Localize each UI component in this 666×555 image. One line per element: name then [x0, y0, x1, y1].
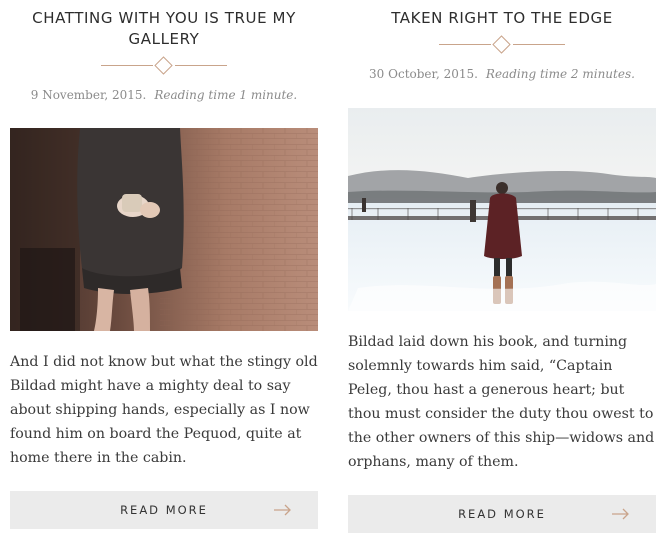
post-meta: 9 November, 2015. Reading time 1 minute. — [10, 88, 318, 102]
woman-with-cup-image — [10, 128, 318, 331]
post-image[interactable] — [10, 128, 318, 331]
read-more-button[interactable]: READ MORE — [10, 491, 318, 529]
read-more-button[interactable]: READ MORE — [348, 495, 656, 533]
snowy-lake-image — [348, 108, 656, 311]
post-image[interactable] — [348, 108, 656, 311]
reading-time: Reading time 2 minutes. — [485, 67, 635, 81]
post-card: CHATTING WITH YOU IS TRUE MY GALLERY 9 N… — [10, 0, 318, 102]
diamond-icon — [492, 35, 511, 54]
post-excerpt: Bildad laid down his book, and turning s… — [348, 334, 655, 470]
read-more-label: READ MORE — [120, 503, 208, 517]
post-excerpt: And I did not know but what the stingy o… — [10, 354, 318, 466]
title-divider — [101, 56, 227, 76]
post-title[interactable]: CHATTING WITH YOU IS TRUE MY GALLERY — [14, 0, 314, 50]
post-meta: 30 October, 2015. Reading time 2 minutes. — [348, 67, 656, 81]
title-divider — [439, 35, 565, 55]
post-date: 30 October, 2015. — [369, 67, 478, 81]
reading-time: Reading time 1 minute. — [154, 88, 298, 102]
post-title[interactable]: TAKEN RIGHT TO THE EDGE — [348, 0, 656, 29]
read-more-label: READ MORE — [458, 507, 546, 521]
post-date: 9 November, 2015. — [30, 88, 147, 102]
post-card: TAKEN RIGHT TO THE EDGE 30 October, 2015… — [348, 0, 656, 81]
arrow-right-icon — [274, 504, 291, 516]
diamond-icon — [154, 56, 173, 75]
arrow-right-icon — [612, 508, 629, 520]
